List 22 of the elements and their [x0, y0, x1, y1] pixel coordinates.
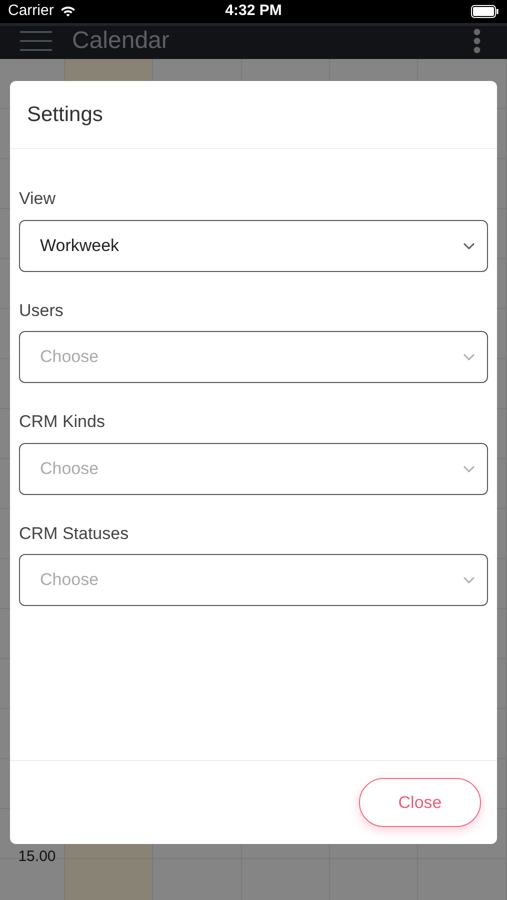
carrier-label: Carrier — [8, 1, 54, 21]
field-label: CRM Statuses — [19, 522, 129, 544]
wifi-icon — [60, 5, 76, 18]
field-label: Users — [19, 300, 64, 322]
dropdown-field[interactable]: Workweek — [19, 220, 488, 272]
menu-icon[interactable] — [20, 30, 52, 50]
dialog-title: Settings — [27, 102, 103, 128]
time-label: 15.00 — [18, 847, 56, 867]
chevron-down-icon — [463, 576, 475, 584]
dropdown-field[interactable]: Choose — [19, 554, 488, 606]
dropdown-field[interactable]: Choose — [19, 442, 488, 494]
chevron-down-icon — [463, 242, 475, 250]
clock-time: 4:32 PM — [225, 1, 282, 21]
battery-icon — [471, 4, 499, 18]
dropdown-field[interactable]: Choose — [19, 331, 488, 383]
chevron-down-icon — [463, 464, 475, 472]
chevron-down-icon — [463, 353, 475, 361]
header-title: Calendar — [72, 26, 170, 56]
more-icon[interactable] — [473, 28, 481, 54]
field-label: View — [19, 188, 56, 210]
close-button[interactable]: Close — [359, 778, 481, 827]
field-label: CRM Kinds — [19, 411, 105, 433]
